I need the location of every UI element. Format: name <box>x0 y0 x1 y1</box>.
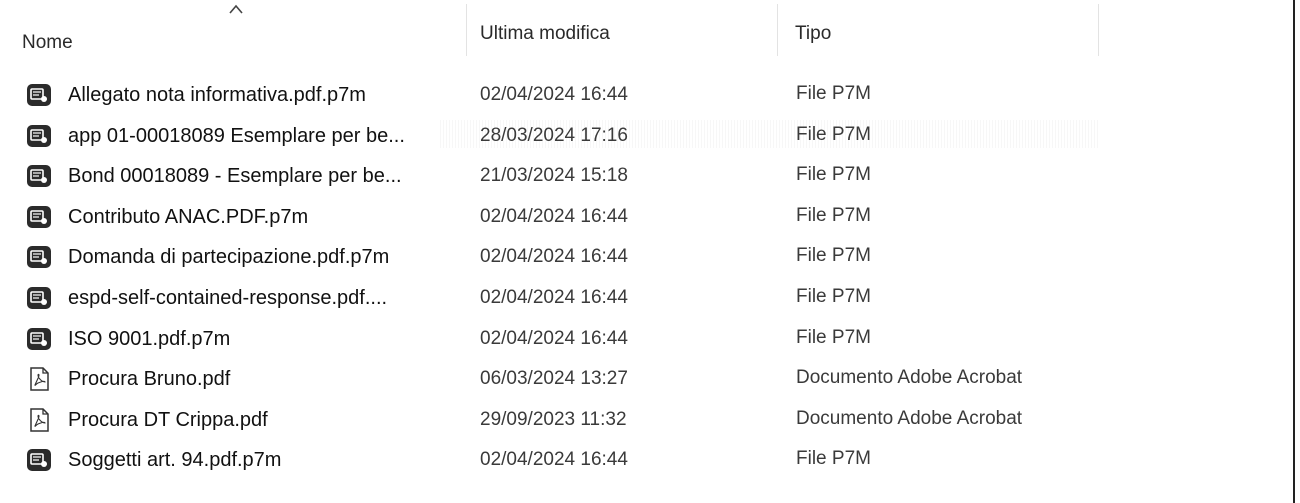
column-header-modified-label: Ultima modifica <box>480 23 610 44</box>
file-modified-date: 02/04/2024 16:44 <box>480 84 628 105</box>
file-name[interactable]: Soggetti art. 94.pdf.p7m <box>68 449 281 472</box>
p7m-file-icon <box>27 84 51 106</box>
column-header-type-label: Tipo <box>795 23 832 44</box>
pdf-file-icon <box>30 408 49 432</box>
file-type: File P7M <box>796 448 871 469</box>
file-type: Documento Adobe Acrobat <box>796 408 1023 429</box>
column-header-name[interactable]: Nome <box>0 0 466 62</box>
file-row[interactable]: ISO 9001.pdf.p7m 02/04/2024 16:44 File P7M <box>18 320 1278 360</box>
column-header-modified[interactable]: Ultima modifica <box>467 0 777 62</box>
column-divider[interactable] <box>1098 4 1099 56</box>
file-modified-date: 02/04/2024 16:44 <box>480 287 628 308</box>
file-name[interactable]: Allegato nota informativa.pdf.p7m <box>68 84 366 107</box>
file-type: File P7M <box>796 286 871 307</box>
file-row[interactable]: Allegato nota informativa.pdf.p7m 02/04/2… <box>18 76 1278 116</box>
file-name[interactable]: Procura Bruno.pdf <box>68 368 230 391</box>
file-type: File P7M <box>796 83 871 104</box>
file-name[interactable]: espd-self-contained-response.pdf.... <box>68 287 387 310</box>
file-row[interactable]: app 01-00018089 Esemplare per be... 28/03… <box>18 117 1278 157</box>
file-type: File P7M <box>796 124 871 145</box>
column-header-bar: Nome Ultima modifica Tipo <box>0 0 1290 62</box>
column-header-name-label: Nome <box>22 32 73 53</box>
p7m-file-icon <box>27 246 51 268</box>
file-row[interactable]: Procura DT Crippa.pdf 29/09/2023 11:32 Doc… <box>18 401 1278 441</box>
p7m-file-icon <box>27 328 51 350</box>
file-name[interactable]: ISO 9001.pdf.p7m <box>68 328 230 351</box>
file-list-pane: Nome Ultima modifica Tipo Allegato nota … <box>0 0 1290 503</box>
pdf-file-icon <box>30 367 49 391</box>
p7m-file-icon <box>27 165 51 187</box>
file-row[interactable]: Domanda di partecipazione.pdf.p7m 02/04/2… <box>18 238 1278 278</box>
file-modified-date: 02/04/2024 16:44 <box>480 449 628 470</box>
file-type: File P7M <box>796 164 871 185</box>
file-modified-date: 21/03/2024 15:18 <box>480 165 628 186</box>
file-name[interactable]: Contributo ANAC.PDF.p7m <box>68 206 308 229</box>
p7m-file-icon <box>27 206 51 228</box>
p7m-file-icon <box>27 449 51 471</box>
window-border <box>1293 0 1295 503</box>
file-name[interactable]: Bond 00018089 - Esemplare per be... <box>68 165 402 188</box>
file-row[interactable]: Soggetti art. 94.pdf.p7m 02/04/2024 16:44… <box>18 441 1278 481</box>
file-modified-date: 02/04/2024 16:44 <box>480 328 628 349</box>
file-name[interactable]: app 01-00018089 Esemplare per be... <box>68 125 405 148</box>
file-row[interactable]: Contributo ANAC.PDF.p7m 02/04/2024 16:44 F… <box>18 198 1278 238</box>
sort-ascending-icon <box>229 4 243 14</box>
file-name[interactable]: Procura DT Crippa.pdf <box>68 409 268 432</box>
file-type: File P7M <box>796 327 871 348</box>
file-row[interactable]: Bond 00018089 - Esemplare per be... 21/03… <box>18 157 1278 197</box>
file-modified-date: 29/09/2023 11:32 <box>480 409 627 430</box>
file-modified-date: 02/04/2024 16:44 <box>480 246 628 267</box>
file-modified-date: 28/03/2024 17:16 <box>480 125 628 146</box>
file-name[interactable]: Domanda di partecipazione.pdf.p7m <box>68 246 389 269</box>
file-type: File P7M <box>796 245 871 266</box>
p7m-file-icon <box>27 125 51 147</box>
column-header-type[interactable]: Tipo <box>778 0 1098 62</box>
file-row[interactable]: Procura Bruno.pdf 06/03/2024 13:27 Documen… <box>18 360 1278 400</box>
file-row[interactable]: espd-self-contained-response.pdf.... 02/0… <box>18 279 1278 319</box>
file-type: Documento Adobe Acrobat <box>796 367 1023 388</box>
file-modified-date: 02/04/2024 16:44 <box>480 206 628 227</box>
file-modified-date: 06/03/2024 13:27 <box>480 368 628 389</box>
file-type: File P7M <box>796 205 871 226</box>
p7m-file-icon <box>27 287 51 309</box>
